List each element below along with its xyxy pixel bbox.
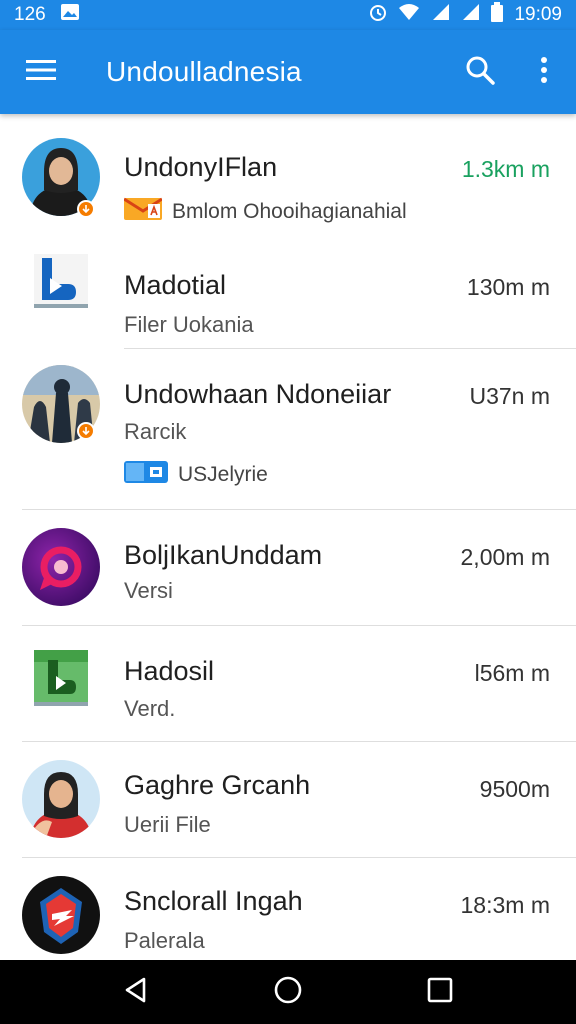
item-title: Undowhaan Ndoneiiar: [124, 379, 392, 409]
item-meta: USJelyrie: [124, 459, 268, 491]
list-item[interactable]: Snclorall Ingah 18:3m m Palerala: [0, 858, 576, 960]
item-subtitle: Versi: [124, 578, 173, 603]
menu-button[interactable]: [0, 30, 82, 114]
list-item[interactable]: Gaghre Grcanh 9500m Uerii File: [0, 742, 576, 858]
item-meta-text: Bmlom Ohooihagianahial: [172, 200, 407, 223]
search-icon: [465, 55, 495, 90]
app-logo: [22, 876, 100, 954]
recents-icon: [427, 977, 453, 1008]
battery-icon: [490, 2, 504, 28]
avatar: [22, 760, 100, 838]
list-item[interactable]: BoljIkanUnddam 2,00m m Versi: [0, 510, 576, 626]
list-item[interactable]: UndonyIFlan 1.3km m Bmlom Ohooihagianahi…: [0, 114, 576, 234]
app-title: Undoulladnesia: [106, 56, 302, 87]
app-logo: [22, 244, 100, 322]
item-title: UndonyIFlan: [124, 152, 278, 182]
list-item[interactable]: Undowhaan Ndoneiiar U37n m Rarcik USJely…: [0, 349, 576, 510]
item-time: 2,00m m: [460, 544, 550, 570]
app-logo: [22, 528, 100, 606]
avatar: [22, 365, 100, 443]
more-vert-icon: [540, 56, 548, 89]
item-subtitle: Rarcik: [124, 419, 187, 444]
item-meta-text: USJelyrie: [178, 463, 268, 486]
signal-icon: [430, 3, 450, 27]
folder-icon: [124, 459, 168, 491]
back-icon: [122, 976, 150, 1009]
item-title: BoljIkanUnddam: [124, 540, 323, 570]
navigation-bar: [0, 960, 576, 1024]
list-item[interactable]: Hadosil l56m m Verd.: [0, 626, 576, 742]
item-title: Snclorall Ingah: [124, 886, 303, 916]
avatar: [22, 138, 100, 218]
app-bar: Undoulladnesia: [0, 30, 576, 114]
item-time: 130m m: [466, 274, 550, 300]
alarm-icon: [368, 2, 388, 28]
item-subtitle: Palerala: [124, 928, 205, 953]
item-time: U37n m: [469, 383, 550, 409]
signal-icon: [460, 3, 480, 27]
search-button[interactable]: [448, 30, 512, 114]
app-logo: [22, 640, 100, 718]
item-time: 18:3m m: [460, 892, 550, 918]
item-title: Madotial: [124, 270, 227, 300]
home-button[interactable]: [258, 962, 318, 1022]
status-bar: 126 19:09: [0, 0, 576, 30]
menu-icon: [26, 58, 56, 87]
status-left-text: 126: [14, 4, 46, 25]
item-meta: Bmlom Ohooihagianahial: [123, 196, 407, 228]
image-icon: [60, 3, 80, 27]
more-options-button[interactable]: [512, 30, 576, 114]
list-item[interactable]: Madotial 130m m Filer Uokania: [0, 234, 576, 349]
item-time: 9500m: [479, 776, 550, 802]
status-time: 19:09: [514, 4, 562, 25]
home-icon: [273, 975, 303, 1010]
item-subtitle: Filer Uokania: [124, 312, 254, 337]
item-title: Gaghre Grcanh: [124, 770, 311, 800]
item-title: Hadosil: [124, 656, 215, 686]
mail-icon: [123, 196, 163, 228]
wifi-icon: [398, 3, 420, 27]
item-time: 1.3km m: [461, 156, 550, 182]
back-button[interactable]: [106, 962, 166, 1022]
conversation-list[interactable]: UndonyIFlan 1.3km m Bmlom Ohooihagianahi…: [0, 114, 576, 960]
item-subtitle: Verd.: [124, 696, 176, 721]
item-subtitle: Uerii File: [124, 812, 211, 837]
recents-button[interactable]: [410, 962, 470, 1022]
item-time: l56m m: [474, 660, 550, 686]
